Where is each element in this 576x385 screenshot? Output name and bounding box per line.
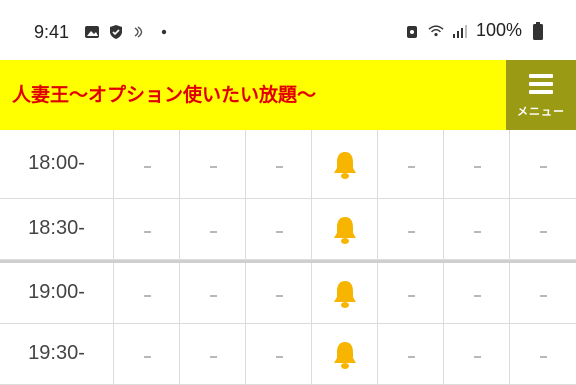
slot-available[interactable] — [311, 130, 378, 198]
slot-unavailable — [179, 324, 246, 384]
gallery-icon — [84, 24, 100, 40]
wifi-icon — [428, 23, 444, 39]
table-row: 18:00- — [0, 130, 576, 199]
slot-unavailable — [245, 324, 312, 384]
slot-unavailable — [377, 263, 444, 323]
dot-icon — [156, 24, 172, 40]
time-label: 19:00- — [28, 281, 85, 303]
menu-button[interactable]: メニュー — [506, 60, 576, 130]
slot-unavailable — [179, 263, 246, 323]
table-row: 18:30- — [0, 199, 576, 260]
slot-unavailable — [113, 130, 180, 198]
time-label: 18:30- — [28, 217, 85, 239]
dash-mark — [275, 231, 283, 233]
nfc-icon — [132, 24, 148, 40]
status-time: 9:41 — [34, 22, 70, 42]
battery-icon — [530, 21, 546, 40]
slot-unavailable — [113, 263, 180, 323]
table-row: 19:30- — [0, 324, 576, 385]
shield-icon — [108, 24, 124, 40]
dash-mark — [473, 231, 481, 233]
app-header: 人妻王〜オプション使いたい放題〜 メニュー — [0, 60, 576, 130]
dash-mark — [275, 356, 283, 358]
lock-icon — [404, 23, 420, 39]
slot-unavailable — [443, 199, 510, 259]
slot-unavailable — [113, 199, 180, 259]
slot-unavailable — [509, 324, 576, 384]
dash-mark — [473, 295, 481, 297]
dash-mark — [209, 231, 217, 233]
slot-unavailable — [443, 324, 510, 384]
dash-mark — [143, 166, 151, 168]
slot-available[interactable] — [311, 263, 378, 323]
menu-label: メニュー — [517, 105, 565, 118]
battery-percent: 100% — [475, 20, 522, 40]
dash-mark — [473, 356, 481, 358]
dash-mark — [473, 166, 481, 168]
dash-mark — [539, 356, 547, 358]
signal-icon — [452, 23, 468, 39]
slot-unavailable — [179, 199, 246, 259]
bell-icon — [332, 150, 358, 180]
slot-unavailable — [377, 324, 444, 384]
bell-icon — [332, 340, 358, 370]
dash-mark — [407, 295, 415, 297]
dash-mark — [143, 295, 151, 297]
slot-unavailable — [509, 199, 576, 259]
dash-mark — [539, 295, 547, 297]
slot-unavailable — [377, 199, 444, 259]
dash-mark — [143, 356, 151, 358]
slot-unavailable — [509, 263, 576, 323]
page-title: 人妻王〜オプション使いたい放題〜 — [12, 84, 317, 106]
status-bar: 9:41 100% — [0, 0, 576, 60]
dash-mark — [209, 356, 217, 358]
slot-unavailable — [377, 130, 444, 198]
bell-icon — [332, 215, 358, 245]
slot-unavailable — [245, 263, 312, 323]
slot-unavailable — [443, 130, 510, 198]
dash-mark — [275, 166, 283, 168]
slot-unavailable — [179, 130, 246, 198]
menu-icon — [529, 74, 553, 94]
slot-unavailable — [113, 324, 180, 384]
slot-unavailable — [245, 130, 312, 198]
time-label: 19:30- — [28, 342, 85, 364]
dash-mark — [209, 295, 217, 297]
dash-mark — [209, 166, 217, 168]
dash-mark — [407, 231, 415, 233]
dash-mark — [539, 231, 547, 233]
table-row: 19:00- — [0, 260, 576, 324]
slot-unavailable — [245, 199, 312, 259]
dash-mark — [275, 295, 283, 297]
time-label: 18:00- — [28, 152, 85, 174]
dash-mark — [407, 166, 415, 168]
slot-available[interactable] — [311, 324, 378, 384]
slot-unavailable — [443, 263, 510, 323]
slot-unavailable — [509, 130, 576, 198]
bell-icon — [332, 279, 358, 309]
dash-mark — [407, 356, 415, 358]
schedule-table: 18:00- 18:30- 19:00- 19:30- — [0, 130, 576, 385]
dash-mark — [143, 231, 151, 233]
slot-available[interactable] — [311, 199, 378, 259]
dash-mark — [539, 166, 547, 168]
